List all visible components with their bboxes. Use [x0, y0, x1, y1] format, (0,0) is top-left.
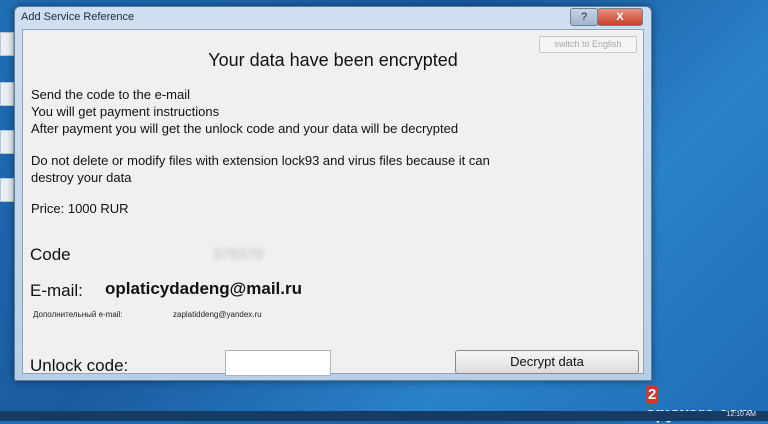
email-value: oplaticydadeng@mail.ru	[105, 279, 303, 298]
ransom-window: Add Service Reference ? X switch to Engl…	[14, 6, 652, 381]
unlock-code-input[interactable]	[225, 350, 331, 376]
unlock-code-label: Unlock code:	[30, 356, 129, 375]
code-value: 378370	[213, 246, 264, 263]
headline: Your data have been encrypted	[208, 50, 458, 70]
decrypt-button[interactable]: Decrypt data	[455, 350, 639, 374]
window-title: Add Service Reference	[21, 11, 135, 23]
desktop-file-icon[interactable]	[0, 130, 14, 154]
alt-email-label: Дополнительный e-mail:	[33, 310, 123, 319]
warning-line: Do not delete or modify files with exten…	[31, 153, 490, 168]
instruction-line: Send the code to the e-mail	[31, 87, 190, 102]
warning-line: destroy your data	[31, 170, 132, 185]
window-content: switch to English Your data have been en…	[22, 29, 644, 376]
help-button[interactable]: ?	[570, 8, 598, 26]
email-label: E-mail:	[30, 281, 83, 300]
watermark-badge: 2	[646, 386, 659, 403]
price-text: Price: 1000 RUR	[31, 201, 129, 216]
alt-email-value: zaplatiddeng@yandex.ru	[173, 310, 262, 319]
code-label: Code	[30, 245, 71, 264]
taskbar	[0, 411, 768, 421]
desktop-file-icon[interactable]	[0, 32, 14, 56]
taskbar-clock[interactable]: 12:10 AM	[726, 411, 756, 418]
instruction-line: After payment you will get the unlock co…	[31, 121, 459, 136]
instruction-line: You will get payment instructions	[31, 104, 220, 119]
desktop-file-icon[interactable]	[0, 82, 14, 106]
close-button[interactable]: X	[597, 8, 643, 26]
window-titlebar[interactable]: Add Service Reference ? X	[15, 7, 651, 29]
desktop-file-icon[interactable]	[0, 178, 14, 202]
